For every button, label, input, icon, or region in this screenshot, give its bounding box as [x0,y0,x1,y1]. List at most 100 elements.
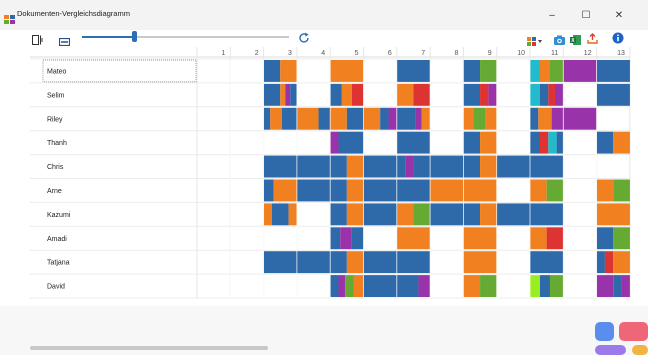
chart-segment [330,227,341,250]
minimize-button[interactable]: – [539,6,565,24]
chart-segment [330,179,347,202]
chart-segment [351,83,364,106]
chart-segment [288,203,297,226]
chart-segment [480,203,497,226]
chart-segment [318,107,331,130]
chart-segment [280,83,286,106]
column-header-label: 12 [584,50,592,57]
row-label: Kazumi [47,212,71,219]
chart-segment [530,203,564,226]
chart-segment [363,107,381,130]
chart-segment [263,203,272,226]
row-label-layer: Mateo Selim Riley Thanh Chris Arne Kazumi Amadi… [42,59,197,291]
chart-segment [549,275,564,297]
chart-segment [563,60,597,82]
chart-segment [485,107,497,130]
chart-segment [413,203,431,226]
chart-segment [296,155,331,178]
chart-segment [530,83,540,106]
chart-segment [546,179,564,202]
chart-segment [604,251,614,274]
chart-segment [463,131,481,154]
chart-segment [263,251,297,274]
chart-segment [480,131,497,154]
row-label: Chris [47,164,64,171]
chart-segment [263,83,281,106]
chart-segment [396,203,414,226]
chart-segment [296,179,331,202]
chart-segment [463,179,497,202]
row-label: Mateo [47,68,67,75]
title-bar: Dokumenten-Vergleichsdiagramm – ☐ ✕ [0,0,648,30]
chart-segment [548,83,555,106]
row-label: Thanh [47,140,67,147]
chart-segment [418,275,431,297]
column-header-label: 11 [551,50,558,57]
chart-segment [530,60,540,82]
chart-segment [554,83,564,106]
chart-segment [396,275,419,297]
row-label: David [47,284,65,291]
chart-segment [346,179,364,202]
column-header-label: 4 [321,50,325,57]
chart-segment [596,227,614,250]
app-chart-icon [4,11,15,24]
chart-segment [530,251,564,274]
chart-segment [353,275,364,297]
column-header-label: 1 [221,50,225,57]
maximize-button[interactable]: ☐ [573,6,599,24]
chart-segment [548,131,557,154]
chart-segment [330,155,347,178]
chart-segment [463,83,481,106]
chart-segment [346,203,364,226]
chart-segment [346,107,364,130]
chart-segment [330,60,364,82]
chart-segment [480,83,489,106]
chart-segment [351,227,364,250]
chart-segment [563,107,597,130]
chart-segment [596,275,614,297]
chart-segment [270,107,282,130]
close-button[interactable]: ✕ [606,6,632,24]
chart-segment [596,131,614,154]
chart-segment [396,179,431,202]
decorative-square [632,345,648,355]
chart-segment [463,227,497,250]
chart-segment [413,155,431,178]
chart-segment [380,107,389,130]
comparison-chart: 1 2 3 4 5 6 7 8 9 10 11 12 13 Mateo Selim Riley Thanh Ch… [0,44,648,306]
chart-segment [388,107,397,130]
chart-segment [473,107,486,130]
chart-segment [421,107,431,130]
chart-segment [463,60,481,82]
chart-segment [363,275,397,297]
column-header-label: 8 [454,50,458,57]
chart-segment [480,275,497,297]
chart-segment [480,60,497,82]
row-label: Amadi [47,236,67,243]
chart-segment [396,131,431,154]
chart-segment [613,251,630,274]
horizontal-scrollbar[interactable] [30,346,268,350]
chart-segment [463,107,474,130]
chart-segment [430,155,464,178]
chart-segment [596,203,630,226]
chart-segment [363,203,397,226]
column-header-label: 7 [421,50,425,57]
chart-segment [263,155,297,178]
chart-segment [396,60,431,82]
chart-segment [346,155,364,178]
chart-segment [363,251,397,274]
chart-segment [338,131,364,154]
zoom-slider-thumb[interactable] [131,31,137,42]
chart-segment [263,179,274,202]
chart-segment [496,203,530,226]
chart-segment [539,131,549,154]
chart-segment [546,227,564,250]
chart-segment [330,251,347,274]
column-header-label: 13 [617,50,625,57]
decorative-square [595,345,626,355]
chart-segment [330,131,339,154]
chart-segment [463,251,497,274]
chart-segment [530,155,564,178]
